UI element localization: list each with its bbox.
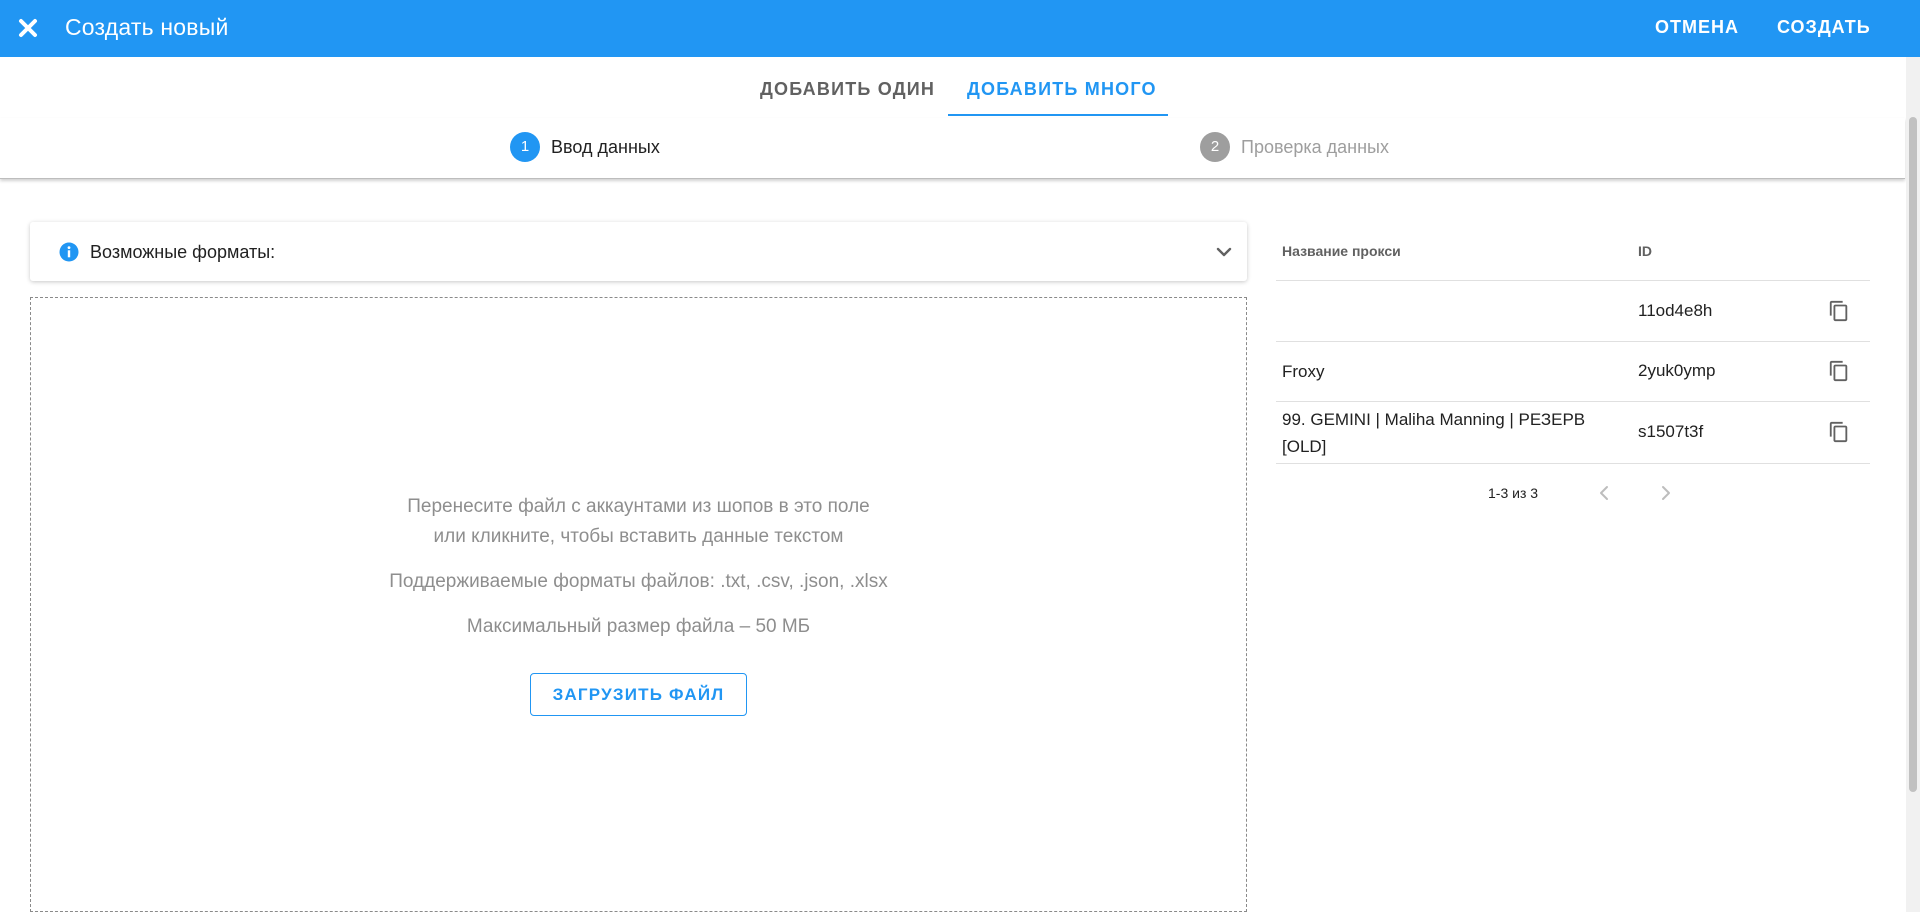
formats-panel[interactable]: Возможные форматы:: [30, 222, 1247, 281]
dropzone-supported-formats: Поддерживаемые форматы файлов: .txt, .cs…: [389, 571, 888, 592]
page-title: Создать новый: [65, 14, 229, 40]
step-2-number: 2: [1200, 132, 1230, 162]
copy-icon[interactable]: [1828, 300, 1850, 322]
app-header: Создать новый ОТМЕНА СОЗДАТЬ: [0, 0, 1920, 57]
step-1-label: Ввод данных: [551, 137, 660, 157]
info-icon: [59, 242, 79, 262]
chevron-left-icon[interactable]: [1592, 481, 1616, 505]
table-row: Froxy 2yuk0ymp: [1276, 342, 1870, 402]
create-button[interactable]: СОЗДАТЬ: [1777, 16, 1871, 38]
proxy-id-cell: s1507t3f: [1638, 422, 1704, 441]
proxy-name-cell: Froxy: [1282, 362, 1325, 381]
tab-add-one[interactable]: ДОБАВИТЬ ОДИН: [760, 78, 935, 100]
table-row: 99. GEMINI | Maliha Manning | РЕЗЕРВ [OL…: [1276, 402, 1870, 464]
cancel-button[interactable]: ОТМЕНА: [1655, 16, 1739, 38]
copy-icon[interactable]: [1828, 360, 1850, 382]
step-1-number: 1: [510, 132, 540, 162]
formats-panel-label: Возможные форматы:: [90, 242, 276, 262]
page-scrollbar[interactable]: [1906, 57, 1920, 912]
stepper: 1 Ввод данных 2 Проверка данных: [0, 118, 1905, 179]
column-header-proxy-name: Название прокси: [1282, 243, 1401, 259]
pagination: 1-3 из 3: [1276, 478, 1870, 508]
pagination-range: 1-3 из 3: [1488, 485, 1539, 501]
column-header-id: ID: [1638, 243, 1652, 259]
proxy-name-cell: 99. GEMINI | Maliha Manning | РЕЗЕРВ [OL…: [1282, 410, 1586, 456]
chevron-down-icon[interactable]: [1213, 241, 1235, 263]
chevron-right-icon[interactable]: [1654, 481, 1678, 505]
step-2-label: Проверка данных: [1241, 137, 1389, 157]
proxy-id-cell: 2yuk0ymp: [1638, 361, 1716, 380]
tab-bar: ДОБАВИТЬ ОДИН ДОБАВИТЬ МНОГО: [0, 57, 1905, 117]
scrollbar-thumb[interactable]: [1909, 117, 1917, 792]
file-dropzone[interactable]: Перенесите файл с аккаунтами из шопов в …: [30, 297, 1247, 912]
copy-icon[interactable]: [1828, 421, 1850, 443]
dropzone-instruction-line2: или кликните, чтобы вставить данные текс…: [433, 526, 844, 547]
table-row: 11od4e8h: [1276, 281, 1870, 342]
active-tab-indicator: [948, 114, 1168, 116]
close-icon[interactable]: [12, 12, 44, 44]
dropzone-instruction-line1: Перенесите файл с аккаунтами из шопов в …: [407, 496, 870, 517]
tab-add-many[interactable]: ДОБАВИТЬ МНОГО: [967, 78, 1157, 100]
dropzone-max-size: Максимальный размер файла – 50 МБ: [466, 616, 811, 637]
proxy-id-cell: 11od4e8h: [1638, 301, 1713, 320]
upload-file-button[interactable]: ЗАГРУЗИТЬ ФАЙЛ: [530, 673, 747, 716]
